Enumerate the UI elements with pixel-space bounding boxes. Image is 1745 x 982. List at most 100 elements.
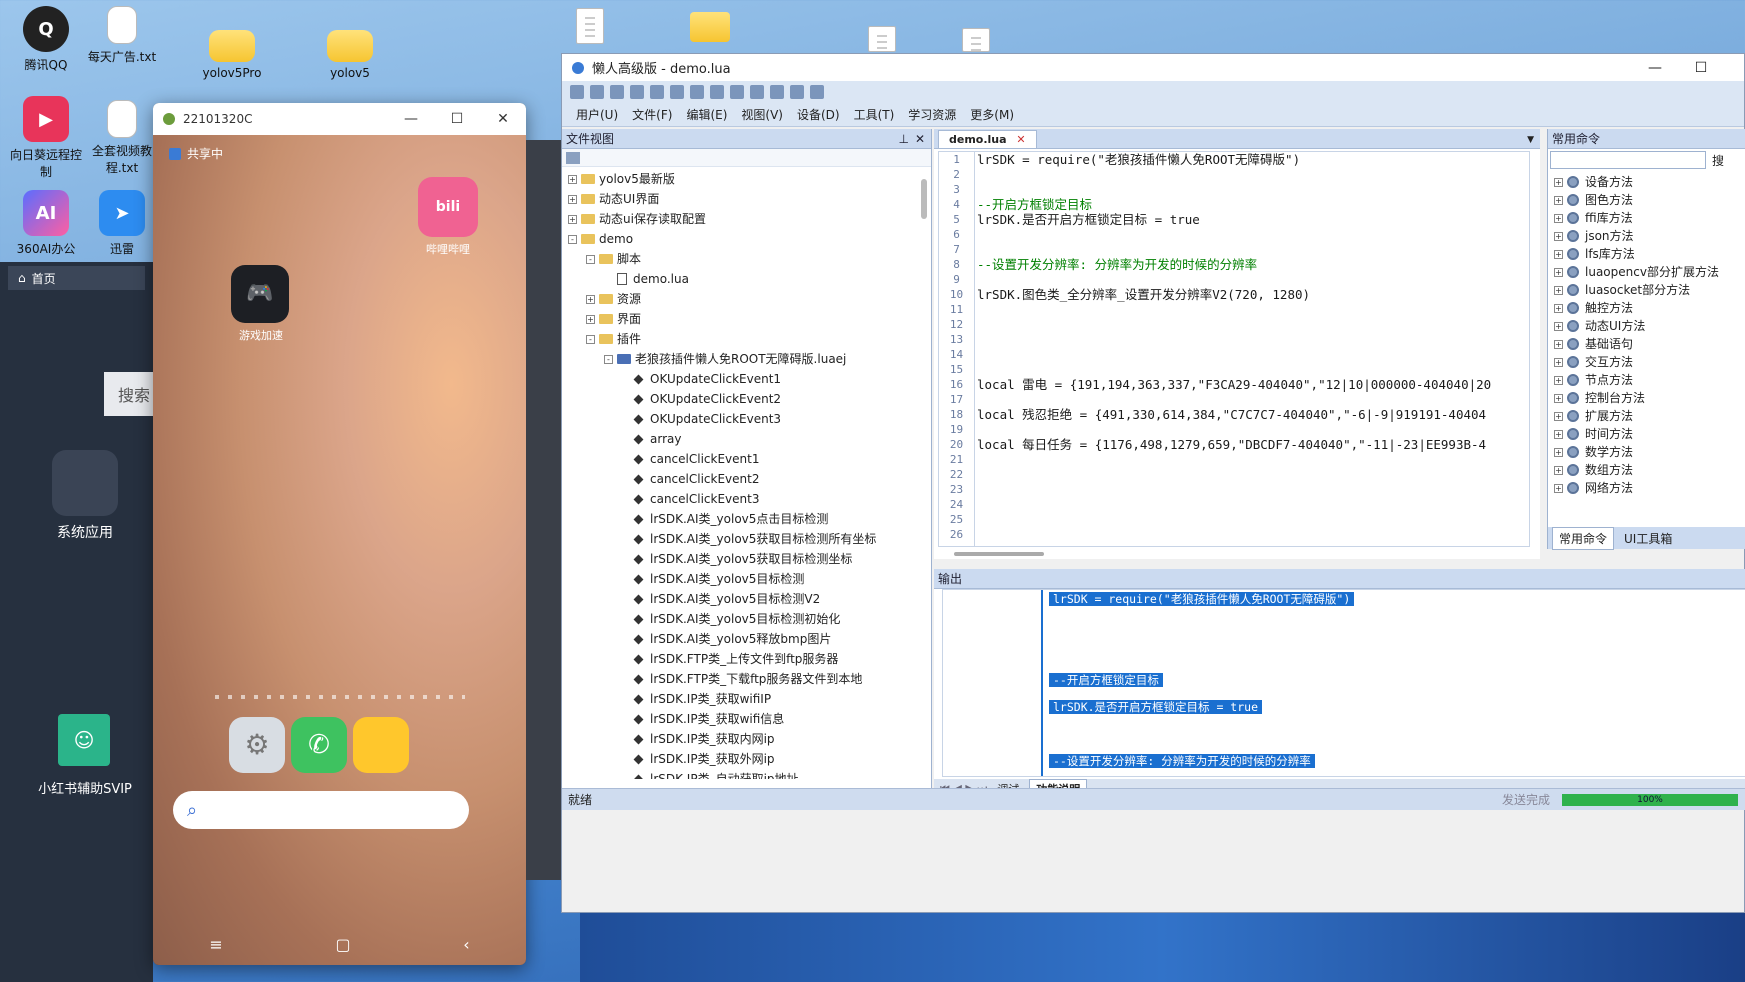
tab-ui-toolbox[interactable]: UI工具箱 (1618, 528, 1678, 549)
redo-icon[interactable] (670, 85, 684, 99)
debug-icon[interactable] (750, 85, 764, 99)
command-item[interactable]: + 设备方法 (1548, 173, 1745, 191)
close-button[interactable] (1724, 60, 1744, 76)
tree-item[interactable]: + 资源 (562, 289, 915, 309)
tree-item[interactable]: - 老狼孩插件懒人免ROOT无障碍版.luaej (562, 349, 915, 369)
help-icon[interactable] (810, 85, 824, 99)
tab-dropdown-icon[interactable]: ▼ (1527, 135, 1534, 145)
expand-toggle-icon[interactable]: + (1554, 177, 1563, 187)
search-box-partial[interactable]: 搜索 (104, 372, 153, 416)
bilibili-app[interactable]: bili (418, 177, 478, 237)
menu-device[interactable]: 设备(D) (797, 106, 840, 123)
expand-toggle-icon[interactable]: + (1554, 213, 1563, 223)
expand-toggle-icon[interactable]: + (1554, 267, 1563, 277)
tree-item[interactable]: lrSDK.AI类_yolov5目标检测初始化 (562, 609, 915, 629)
tree-item[interactable]: lrSDK.IP类_获取wifiIP (562, 689, 915, 709)
tree-item[interactable]: + 动态UI界面 (562, 189, 915, 209)
copy-icon[interactable] (710, 85, 724, 99)
menu-learning[interactable]: 学习资源 (908, 106, 956, 123)
command-item[interactable]: + 交互方法 (1548, 353, 1745, 371)
expand-toggle-icon[interactable]: - (604, 354, 613, 364)
expand-toggle-icon[interactable]: + (1554, 303, 1563, 313)
minimize-button[interactable]: — (388, 111, 434, 127)
tree-item[interactable]: cancelClickEvent2 (562, 469, 915, 489)
expand-toggle-icon[interactable]: - (586, 254, 595, 264)
command-item[interactable]: + luaopencv部分扩展方法 (1548, 263, 1745, 281)
tree-item[interactable]: cancelClickEvent3 (562, 489, 915, 509)
tab-demo-lua[interactable]: demo.lua ✕ (938, 130, 1037, 148)
tree-item[interactable]: lrSDK.IP类_获取wifi信息 (562, 709, 915, 729)
camera-icon[interactable] (790, 85, 804, 99)
menu-nav-icon[interactable]: ≡ (209, 935, 222, 954)
tree-item[interactable]: array (562, 429, 915, 449)
tree-item[interactable]: + 界面 (562, 309, 915, 329)
tree-item[interactable]: OKUpdateClickEvent1 (562, 369, 915, 389)
open-icon[interactable] (590, 85, 604, 99)
save-all-icon[interactable] (630, 85, 644, 99)
expand-toggle-icon[interactable]: + (1554, 393, 1563, 403)
device-icon[interactable] (770, 85, 784, 99)
desktop-icon-tutorial-txt[interactable]: 全套视频教程.txt (82, 100, 162, 176)
expand-toggle-icon[interactable]: + (568, 214, 577, 224)
tree-item[interactable]: lrSDK.FTP类_下载ftp服务器文件到本地 (562, 669, 915, 689)
expand-toggle-icon[interactable]: + (1554, 411, 1563, 421)
close-button[interactable]: ✕ (480, 111, 526, 127)
run-icon[interactable] (730, 85, 744, 99)
maximize-button[interactable]: ☐ (434, 111, 480, 127)
expand-toggle-icon[interactable]: + (568, 194, 577, 204)
tree-item[interactable]: lrSDK.AI类_yolov5点击目标检测 (562, 509, 915, 529)
desktop-icon-yolov5[interactable]: yolov5 (310, 30, 390, 80)
expand-toggle-icon[interactable]: + (1554, 321, 1563, 331)
expand-toggle-icon[interactable]: - (568, 234, 577, 244)
notes-app-icon[interactable] (353, 717, 409, 773)
desktop-file-icon[interactable] (962, 28, 990, 52)
command-item[interactable]: + 数学方法 (1548, 443, 1745, 461)
expand-toggle-icon[interactable]: - (586, 334, 595, 344)
cut-icon[interactable] (690, 85, 704, 99)
tree-item[interactable]: - 插件 (562, 329, 915, 349)
menu-view[interactable]: 视图(V) (741, 106, 783, 123)
phone-screen[interactable]: 共享中 bili 哔哩哔哩 🎮 游戏加速 ⚙ ✆ ⌕ ≡ ▢ ‹ (153, 135, 526, 965)
command-item[interactable]: + json方法 (1548, 227, 1745, 245)
menu-file[interactable]: 文件(F) (632, 106, 672, 123)
save-icon[interactable] (610, 85, 624, 99)
tree-item[interactable]: lrSDK.FTP类_上传文件到ftp服务器 (562, 649, 915, 669)
expand-toggle-icon[interactable]: + (1554, 339, 1563, 349)
tree-item[interactable]: OKUpdateClickEvent3 (562, 409, 915, 429)
command-item[interactable]: + 基础语句 (1548, 335, 1745, 353)
command-item[interactable]: + ffi库方法 (1548, 209, 1745, 227)
expand-toggle-icon[interactable]: + (1554, 429, 1563, 439)
tree-item[interactable]: lrSDK.AI类_yolov5获取目标检测坐标 (562, 549, 915, 569)
desktop-file-icon[interactable] (868, 26, 896, 52)
menu-tools[interactable]: 工具(T) (854, 106, 895, 123)
close-tab-icon[interactable]: ✕ (1016, 133, 1025, 146)
tree-item[interactable]: lrSDK.IP类_自动获取ip地址 (562, 769, 915, 779)
expand-toggle-icon[interactable]: + (1554, 375, 1563, 385)
command-item[interactable]: + 触控方法 (1548, 299, 1745, 317)
command-item[interactable]: + 数组方法 (1548, 461, 1745, 479)
tree-item[interactable]: lrSDK.AI类_yolov5目标检测 (562, 569, 915, 589)
desktop-icon-360ai[interactable]: AI 360AI办公 (6, 190, 86, 257)
tree-item[interactable]: lrSDK.AI类_yolov5获取目标检测所有坐标 (562, 529, 915, 549)
new-icon[interactable] (570, 85, 584, 99)
desktop-icon-ads-txt[interactable]: 每天广告.txt (82, 6, 162, 65)
tree-item[interactable]: - 脚本 (562, 249, 915, 269)
maximize-button[interactable]: ☐ (1678, 60, 1724, 76)
desktop-folder-icon[interactable] (690, 12, 730, 42)
home-tab[interactable]: ⌂ 首页 (8, 266, 145, 290)
tree-item[interactable]: - demo (562, 229, 915, 249)
desktop-icon-qq[interactable]: Q 腾讯QQ (6, 6, 86, 73)
command-item[interactable]: + luasocket部分方法 (1548, 281, 1745, 299)
settings-app-icon[interactable]: ⚙ (229, 717, 285, 773)
undo-icon[interactable] (650, 85, 664, 99)
tree-item[interactable]: lrSDK.AI类_yolov5目标检测V2 (562, 589, 915, 609)
game-accel-app[interactable]: 🎮 (231, 265, 289, 323)
tree-item[interactable]: cancelClickEvent1 (562, 449, 915, 469)
expand-toggle-icon[interactable]: + (1554, 357, 1563, 367)
expand-toggle-icon[interactable]: + (1554, 285, 1563, 295)
expand-toggle-icon[interactable]: + (586, 314, 595, 324)
tree-item[interactable]: + 动态ui保存读取配置 (562, 209, 915, 229)
menu-edit[interactable]: 编辑(E) (686, 106, 727, 123)
back-nav-icon[interactable]: ‹ (463, 935, 469, 954)
system-apps-folder[interactable] (52, 450, 118, 516)
